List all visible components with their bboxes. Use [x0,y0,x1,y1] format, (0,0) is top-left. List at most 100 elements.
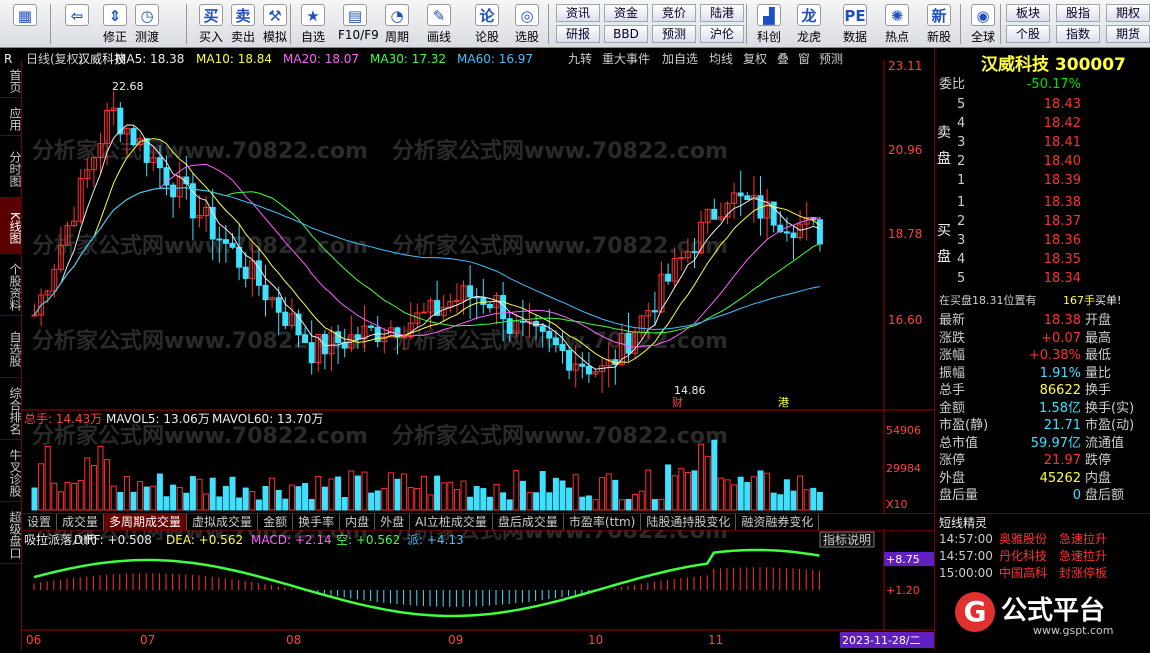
ask-row[interactable]: 4 18.42 [935,115,1150,133]
toolbar-button-6[interactable]: ⚒ 模拟 [258,3,292,45]
toolbar-button-15[interactable]: PE 数据 [838,3,872,45]
bid-row[interactable]: 3 18.36 [935,232,1150,250]
toolbar-button-label: 画线 [426,30,451,44]
toolbar-button-2[interactable]: ⇕ 修正 [98,3,132,45]
chart-tool-6[interactable]: 窗 [798,52,810,66]
toolbar-button-10[interactable]: ✎ 画线 [422,3,456,45]
quick-button-预测[interactable]: 预测 [652,25,696,43]
toolbar-separator [746,4,747,44]
bid-row[interactable]: 2 18.37 [935,213,1150,231]
ask-row[interactable]: 2 18.40 [935,153,1150,171]
toolbar-button-16[interactable]: ✺ 热点 [880,3,914,45]
indicator-tabs: 设置 成交量 多周期成交量 虚拟成交量 金额 换手率 内盘 外盘 AI立桩成交量 盘后成交量 市盈率… [22,513,934,530]
quick-button-研报[interactable]: 研报 [556,25,600,43]
quick-button-陆港[interactable]: 陆港 [700,4,744,22]
toolbar-button-5[interactable]: 卖卖出 [226,3,260,45]
candle-body [783,231,790,234]
left-tab-7[interactable]: 牛叉诊股 [0,440,22,502]
indicator-tab-8[interactable]: AI立桩成交量 [410,514,493,530]
vol-header: 总手: 14.43万 [24,412,102,426]
quick-button-股指[interactable]: 股指 [1056,4,1100,22]
ask-row[interactable]: 3 18.41 [935,134,1150,152]
quick-button-期权[interactable]: 期权 [1106,4,1150,22]
bid-row[interactable]: 1 18.38 [935,194,1150,212]
brand-logo: G 公式平台 www.gspt.com [955,588,1150,648]
quick-button-资金[interactable]: 资金 [604,4,648,22]
left-tab-6[interactable]: 综合排名 [0,378,22,440]
news-row[interactable]: 14:57:00 丹化科技 急速拉升 [935,547,1150,565]
ask-row[interactable]: 5 18.43 [935,96,1150,114]
toolbar-button-1[interactable]: ⇦ [60,3,94,45]
event-mark[interactable]: 港 [778,396,789,409]
candle-body [480,296,487,305]
left-tab-3[interactable]: K线图 [0,198,22,254]
candle-body [282,311,289,326]
left-tab-4[interactable]: 个股资料 [0,254,22,316]
ask-row[interactable]: 1 18.39 [935,172,1150,190]
toolbar-button-label: 龙虎 [796,30,821,44]
toolbar-separator [548,4,549,44]
indicator-tab-6[interactable]: 内盘 [340,514,376,530]
left-tab-5[interactable]: 自选股 [0,316,22,378]
quick-button-沪伦[interactable]: 沪伦 [700,25,744,43]
indicator-tab-2[interactable]: 多周期成交量 [104,514,188,530]
kline-chart[interactable]: 分析家公式网www.70822.com 分析家公式网www.70822.com 分析… [22,48,934,650]
quick-button-指数[interactable]: 指数 [1056,25,1100,43]
bid-row[interactable]: 4 18.35 [935,251,1150,269]
volume-bar [585,495,592,511]
volume-bar [552,477,559,511]
indicator-tab-1[interactable]: 成交量 [57,514,105,530]
toolbar-button-8[interactable]: ▤ F10/F9 [338,3,379,45]
candle-body [625,332,632,354]
chart-tool-3[interactable]: 均线 [709,52,733,66]
toolbar-button-12[interactable]: ◎ 选股 [510,3,544,45]
chart-tool-4[interactable]: 复权 [743,52,767,66]
bid-row[interactable]: 5 18.34 [935,270,1150,288]
quick-button-个股[interactable]: 个股 [1006,25,1050,43]
chart-tool-1[interactable]: 重大事件 [602,52,650,66]
chart-tool-7[interactable]: 预测 [819,52,843,66]
ask-level: 2 [957,154,966,169]
indicator-tab-12[interactable]: 融资融券变化 [736,514,820,530]
quick-button-竞价[interactable]: 竞价 [652,4,696,22]
chart-tool-0[interactable]: 九转 [568,51,592,66]
toolbar-separator [186,4,187,44]
toolbar-button-7[interactable]: ★ 自选 [296,3,330,45]
toolbar-button-11[interactable]: 论论股 [470,3,504,45]
brand-name: 公式平台 [1001,596,1106,626]
toolbar-button-13[interactable]: ▟ 科创 [752,3,786,45]
left-tab-8[interactable]: 超级盘口 [0,502,22,564]
news-row[interactable]: 15:00:00 中国高科 封涨停板 [935,564,1150,582]
toolbar-button-3[interactable]: ◷ 测渡 [130,3,164,45]
event-mark[interactable]: 财 [672,395,683,409]
toolbar-button-0[interactable]: ▦ [8,3,42,45]
indicator-tab-9[interactable]: 盘后成交量 [493,514,564,530]
volume-bar [467,496,474,511]
indicator-tab-11[interactable]: 陆股通持股变化 [641,514,737,530]
quick-button-BBD[interactable]: BBD [604,25,648,43]
quick-button-期货[interactable]: 期货 [1106,25,1150,43]
chart-tool-2[interactable]: 加自选 [662,52,698,66]
indicator-tab-3[interactable]: 虚拟成交量 [187,514,259,530]
candle-body [302,334,309,344]
candle-body [737,192,744,197]
indicator-tab-5[interactable]: 换手率 [293,514,341,530]
toolbar-button-18[interactable]: ◉ 全球 [966,3,1000,45]
left-tab-1[interactable]: 应用 [0,98,22,136]
chart-tool-5[interactable]: 叠 [777,52,789,66]
quick-button-板块[interactable]: 板块 [1006,4,1050,22]
indicator-tab-7[interactable]: 外盘 [375,514,411,530]
indicator-tab-0[interactable]: 设置 [22,514,58,530]
candle-body [770,201,777,226]
toolbar-button-9[interactable]: ◔ 周期 [380,3,414,45]
news-row[interactable]: 14:57:00 奥雅股份 急速拉升 [935,530,1150,548]
toolbar-button-4[interactable]: 买买入 [194,3,228,45]
stat-label: 涨停 [939,453,966,468]
indicator-tab-10[interactable]: 市盈率(ttm) [564,514,642,530]
toolbar-separator [960,4,961,44]
toolbar-button-14[interactable]: 龙龙虎 [792,3,826,45]
quick-button-资讯[interactable]: 资讯 [556,4,600,22]
indicator-tab-4[interactable]: 金额 [258,514,294,530]
left-tab-2[interactable]: 分时图 [0,136,22,198]
toolbar-button-17[interactable]: 新新股 [922,3,956,45]
